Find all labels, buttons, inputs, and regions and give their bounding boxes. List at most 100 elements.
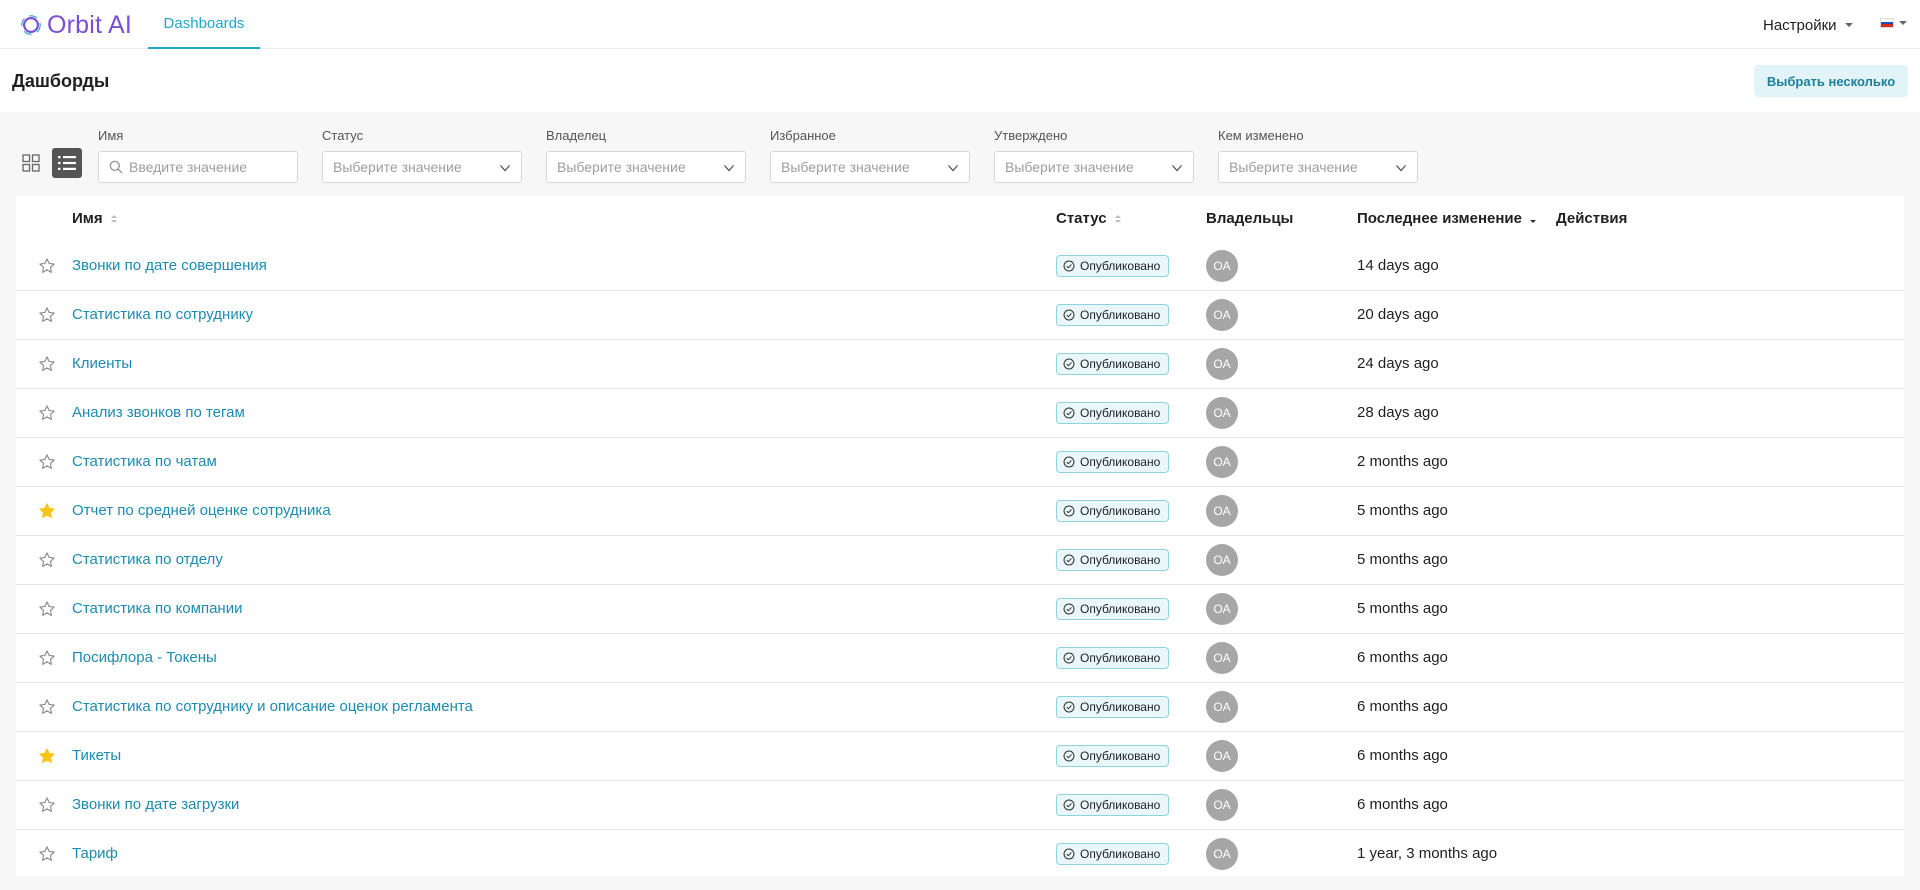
status-badge-label: Опубликовано — [1080, 553, 1161, 567]
status-badge: Опубликовано — [1056, 500, 1170, 522]
owner-select[interactable]: Выберите значение — [546, 151, 746, 183]
filter-bar: Имя Введите значение Статус Выберите зна… — [0, 112, 1920, 196]
filter-owner: Владелец Выберите значение — [546, 128, 746, 183]
sort-icon — [110, 214, 117, 223]
dashboard-name-link[interactable]: Статистика по чатам — [72, 453, 217, 470]
star-icon[interactable] — [38, 845, 56, 863]
approved-select[interactable]: Выберите значение — [994, 151, 1194, 183]
owner-avatar[interactable]: OA — [1206, 789, 1238, 821]
dashboard-name-link[interactable]: Звонки по дате загрузки — [72, 796, 239, 813]
filter-changed-by-label: Кем изменено — [1218, 128, 1304, 143]
owner-avatar[interactable]: OA — [1206, 495, 1238, 527]
star-icon[interactable] — [38, 355, 56, 373]
favorite-select[interactable]: Выберите значение — [770, 151, 970, 183]
last-modified-text: 24 days ago — [1357, 355, 1439, 372]
check-circle-icon — [1063, 848, 1075, 860]
owner-avatar[interactable]: OA — [1206, 691, 1238, 723]
table-row[interactable]: Тикеты Опубликовано OA 6 months ago — [16, 732, 1904, 781]
column-header-modified[interactable]: Последнее изменение — [1357, 210, 1536, 227]
star-filled-icon[interactable] — [38, 747, 56, 765]
changed-by-select[interactable]: Выберите значение — [1218, 151, 1418, 183]
owner-avatar[interactable]: OA — [1206, 348, 1238, 380]
column-header-owners: Владельцы — [1206, 210, 1293, 227]
star-icon[interactable] — [38, 306, 56, 324]
app-logo-text: Orbit AI — [47, 10, 132, 39]
table-row[interactable]: Тариф Опубликовано OA 1 year, 3 months ago — [16, 830, 1904, 879]
last-modified-text: 20 days ago — [1357, 306, 1439, 323]
status-badge-label: Опубликовано — [1080, 357, 1161, 371]
owner-avatar[interactable]: OA — [1206, 838, 1238, 870]
dashboard-name-link[interactable]: Отчет по средней оценке сотрудника — [72, 502, 331, 519]
chevron-down-icon — [948, 165, 958, 172]
grid-view-button[interactable] — [16, 148, 46, 178]
owner-avatar[interactable]: OA — [1206, 642, 1238, 674]
star-icon[interactable] — [38, 453, 56, 471]
table-row[interactable]: Статистика по сотруднику и описание оцен… — [16, 683, 1904, 732]
select-multiple-button[interactable]: Выбрать несколько — [1754, 65, 1908, 97]
column-header-name[interactable]: Имя — [72, 210, 117, 227]
dashboard-name-link[interactable]: Тикеты — [72, 747, 121, 764]
check-circle-icon — [1063, 701, 1075, 713]
last-modified-text: 6 months ago — [1357, 698, 1448, 715]
owner-avatar[interactable]: OA — [1206, 446, 1238, 478]
table-row[interactable]: Отчет по средней оценке сотрудника Опубли… — [16, 487, 1904, 536]
filter-status: Статус Выберите значение — [322, 128, 522, 183]
dashboard-name-link[interactable]: Звонки по дате совершения — [72, 257, 267, 274]
owner-avatar[interactable]: OA — [1206, 299, 1238, 331]
nav-tab-dashboards[interactable]: Dashboards — [148, 0, 260, 49]
table-row[interactable]: Клиенты Опубликовано OA 24 days ago — [16, 340, 1904, 389]
name-search-input[interactable]: Введите значение — [98, 151, 298, 183]
chevron-down-icon — [500, 165, 510, 172]
check-circle-icon — [1063, 652, 1075, 664]
table-row[interactable]: Статистика по сотруднику Опубликовано OA 20… — [16, 291, 1904, 340]
table-row[interactable]: Статистика по компании Опубликовано OA 5 mo… — [16, 585, 1904, 634]
star-icon[interactable] — [38, 257, 56, 275]
owner-avatar[interactable]: OA — [1206, 397, 1238, 429]
filter-approved: Утверждено Выберите значение — [994, 128, 1194, 183]
sort-icon — [1114, 214, 1121, 223]
settings-menu[interactable]: Настройки — [1763, 14, 1853, 36]
caret-down-icon — [1899, 21, 1907, 25]
owner-avatar[interactable]: OA — [1206, 544, 1238, 576]
dashboard-name-link[interactable]: Статистика по компании — [72, 600, 242, 617]
check-circle-icon — [1063, 407, 1075, 419]
table-row[interactable]: Посифлора - Токены Опубликовано OA 6 months… — [16, 634, 1904, 683]
table-row[interactable]: Звонки по дате совершения Опубликовано OA 1… — [16, 242, 1904, 291]
column-header-actions-label: Действия — [1556, 210, 1628, 227]
star-icon[interactable] — [38, 649, 56, 667]
owner-avatar[interactable]: OA — [1206, 593, 1238, 625]
dashboard-name-link[interactable]: Тариф — [72, 845, 118, 862]
dashboard-name-link[interactable]: Статистика по сотруднику — [72, 306, 253, 323]
owner-avatar[interactable]: OA — [1206, 740, 1238, 772]
star-icon[interactable] — [38, 796, 56, 814]
app-logo[interactable]: Orbit AI — [20, 10, 132, 40]
table-row[interactable]: Анализ звонков по тегам Опубликовано OA 28 … — [16, 389, 1904, 438]
owner-select-placeholder: Выберите значение — [557, 159, 686, 175]
language-selector[interactable] — [1880, 18, 1907, 28]
check-circle-icon — [1063, 260, 1075, 272]
table-row[interactable]: Звонки по дате загрузки Опубликовано OA 6 m… — [16, 781, 1904, 830]
status-badge: Опубликовано — [1056, 794, 1170, 816]
last-modified-text: 5 months ago — [1357, 551, 1448, 568]
table-row[interactable]: Статистика по чатам Опубликовано OA 2 month… — [16, 438, 1904, 487]
owner-avatar[interactable]: OA — [1206, 250, 1238, 282]
star-icon[interactable] — [38, 404, 56, 422]
dashboard-name-link[interactable]: Анализ звонков по тегам — [72, 404, 245, 421]
table-row[interactable]: Статистика по отделу Опубликовано OA 5 mont… — [16, 536, 1904, 585]
dashboards-table: Имя Статус Владельцы Последнее изменение… — [16, 196, 1904, 876]
star-filled-icon[interactable] — [38, 502, 56, 520]
dashboard-name-link[interactable]: Статистика по сотруднику и описание оцен… — [72, 698, 473, 715]
column-header-status[interactable]: Статус — [1056, 210, 1121, 227]
star-icon[interactable] — [38, 600, 56, 618]
star-icon[interactable] — [38, 698, 56, 716]
star-icon[interactable] — [38, 551, 56, 569]
check-circle-icon — [1063, 456, 1075, 468]
status-select[interactable]: Выберите значение — [322, 151, 522, 183]
status-badge: Опубликовано — [1056, 647, 1170, 669]
dashboard-name-link[interactable]: Посифлора - Токены — [72, 649, 217, 666]
filter-approved-label: Утверждено — [994, 128, 1068, 143]
dashboard-name-link[interactable]: Клиенты — [72, 355, 132, 372]
status-badge-label: Опубликовано — [1080, 406, 1161, 420]
dashboard-name-link[interactable]: Статистика по отделу — [72, 551, 223, 568]
list-view-button[interactable] — [52, 148, 82, 178]
